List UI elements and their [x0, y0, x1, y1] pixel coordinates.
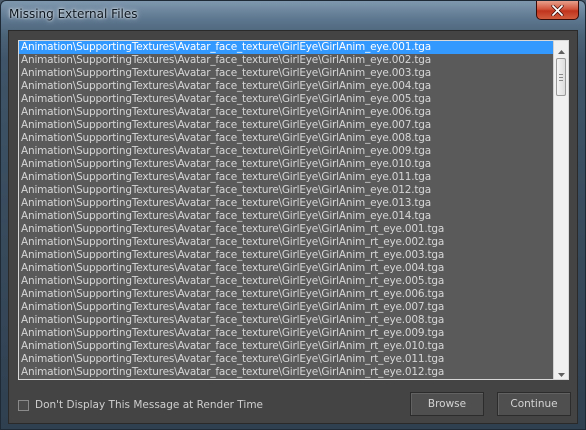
dialog-body: Animation\SupportingTextures\Avatar_face… [8, 30, 578, 424]
file-list-item[interactable]: Animation\SupportingTextures\Avatar_face… [19, 132, 553, 145]
file-list-item[interactable]: Animation\SupportingTextures\Avatar_face… [19, 288, 553, 301]
scroll-up-arrow-icon [557, 41, 565, 58]
window-title: Missing External Files [9, 7, 138, 21]
scroll-thumb[interactable] [556, 58, 566, 96]
missing-files-dialog: Missing External Files Animation\Support… [0, 0, 586, 430]
thumb-grip-line [559, 74, 563, 75]
file-list-item[interactable]: Animation\SupportingTextures\Avatar_face… [19, 301, 553, 314]
file-list-item[interactable]: Animation\SupportingTextures\Avatar_face… [19, 119, 553, 132]
file-list-item[interactable]: Animation\SupportingTextures\Avatar_face… [19, 275, 553, 288]
file-list-item[interactable]: Animation\SupportingTextures\Avatar_face… [19, 67, 553, 80]
thumb-grip-line [559, 77, 563, 78]
file-list-item[interactable]: Animation\SupportingTextures\Avatar_face… [19, 366, 553, 379]
browse-button[interactable]: Browse [410, 392, 484, 416]
file-list-item[interactable]: Animation\SupportingTextures\Avatar_face… [19, 54, 553, 67]
title-bar[interactable]: Missing External Files [1, 1, 585, 29]
file-list-item[interactable]: Animation\SupportingTextures\Avatar_face… [19, 106, 553, 119]
file-list-item[interactable]: Animation\SupportingTextures\Avatar_face… [19, 236, 553, 249]
file-list-item[interactable]: Animation\SupportingTextures\Avatar_face… [19, 93, 553, 106]
file-list-item[interactable]: Animation\SupportingTextures\Avatar_face… [19, 210, 553, 223]
file-list-item[interactable]: Animation\SupportingTextures\Avatar_face… [19, 184, 553, 197]
dont-display-checkbox[interactable] [18, 399, 29, 411]
file-list-item[interactable]: Animation\SupportingTextures\Avatar_face… [19, 158, 553, 171]
dont-display-label[interactable]: Don't Display This Message at Render Tim… [35, 399, 263, 411]
scroll-down-button[interactable] [554, 364, 568, 379]
continue-button[interactable]: Continue [497, 392, 571, 416]
close-icon [551, 4, 564, 16]
file-list-item[interactable]: Animation\SupportingTextures\Avatar_face… [19, 80, 553, 93]
scroll-down-arrow-icon [557, 362, 565, 379]
file-list-item[interactable]: Animation\SupportingTextures\Avatar_face… [19, 340, 553, 353]
file-list-item[interactable]: Animation\SupportingTextures\Avatar_face… [19, 314, 553, 327]
file-list-item[interactable]: Animation\SupportingTextures\Avatar_face… [19, 262, 553, 275]
vertical-scrollbar[interactable] [553, 41, 568, 379]
thumb-grip-line [559, 80, 563, 81]
file-list-item[interactable]: Animation\SupportingTextures\Avatar_face… [19, 197, 553, 210]
dont-display-option: Don't Display This Message at Render Tim… [18, 399, 263, 411]
file-list-item[interactable]: Animation\SupportingTextures\Avatar_face… [19, 249, 553, 262]
file-list-item[interactable]: Animation\SupportingTextures\Avatar_face… [19, 223, 553, 236]
scroll-up-button[interactable] [554, 41, 568, 56]
file-list-item[interactable]: Animation\SupportingTextures\Avatar_face… [19, 41, 553, 54]
file-list-items: Animation\SupportingTextures\Avatar_face… [19, 41, 553, 379]
missing-files-list[interactable]: Animation\SupportingTextures\Avatar_face… [18, 40, 569, 380]
file-list-item[interactable]: Animation\SupportingTextures\Avatar_face… [19, 353, 553, 366]
close-button[interactable] [536, 1, 579, 20]
file-list-item[interactable]: Animation\SupportingTextures\Avatar_face… [19, 327, 553, 340]
file-list-item[interactable]: Animation\SupportingTextures\Avatar_face… [19, 145, 553, 158]
file-list-item[interactable]: Animation\SupportingTextures\Avatar_face… [19, 171, 553, 184]
